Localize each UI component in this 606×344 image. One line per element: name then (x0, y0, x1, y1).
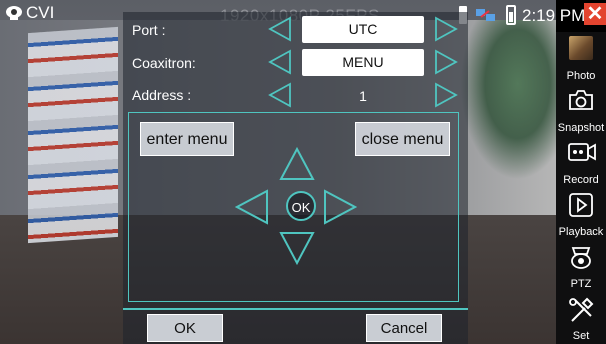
photo-label: Photo (566, 70, 596, 82)
address-label: Address : (132, 87, 192, 103)
address-prev-arrow-icon[interactable] (267, 82, 293, 108)
camera-icon (569, 90, 593, 110)
close-button[interactable]: ✕ (584, 3, 606, 25)
pan-right-arrow-icon[interactable] (323, 189, 357, 225)
ok-button[interactable]: OK (147, 314, 223, 342)
set-button[interactable]: Set (556, 292, 606, 344)
app-window: CVI 1920x1080P 25FPS 2:19 PM ✕ Port : UT… (0, 0, 606, 344)
snapshot-label: Snapshot (557, 122, 605, 134)
port-prev-arrow-icon[interactable] (267, 16, 293, 42)
ptz-control-panel: enter menu close menu OK (128, 112, 459, 302)
playback-label: Playback (558, 226, 604, 238)
playback-button[interactable]: Playback (556, 188, 606, 240)
play-icon (569, 193, 593, 217)
pan-up-arrow-icon[interactable] (279, 147, 315, 181)
record-button[interactable]: Record (556, 136, 606, 188)
enter-menu-button[interactable]: enter menu (140, 122, 234, 156)
network-icon (476, 9, 495, 21)
record-icon (568, 143, 596, 161)
set-label: Set (572, 330, 590, 342)
cancel-button[interactable]: Cancel (366, 314, 442, 342)
coaxitron-next-arrow-icon[interactable] (433, 49, 459, 75)
pan-left-arrow-icon[interactable] (235, 189, 269, 225)
port-value: UTC (302, 16, 424, 43)
port-label: Port : (132, 22, 166, 38)
clock: 2:19 PM (522, 6, 586, 25)
photo-icon (569, 36, 593, 60)
port-next-arrow-icon[interactable] (433, 16, 459, 42)
ptz-ok-button[interactable]: OK (286, 191, 316, 221)
address-next-arrow-icon[interactable] (433, 82, 459, 108)
record-label: Record (563, 174, 599, 186)
snapshot-button[interactable]: Snapshot (556, 84, 606, 136)
pan-down-arrow-icon[interactable] (279, 231, 315, 265)
right-toolbar: Photo Snapshot Record Playback PTZ Set (556, 32, 606, 344)
tools-icon (569, 297, 594, 322)
close-menu-button[interactable]: close menu (355, 122, 450, 156)
photo-button[interactable]: Photo (556, 32, 606, 84)
app-title: CVI (26, 3, 55, 22)
address-value: 1 (359, 88, 367, 104)
preview-magazine-rack (28, 26, 118, 244)
ptz-dialog: Port : UTC Coaxitron: MENU Address : 1 e… (123, 12, 468, 344)
ptz-icon (571, 247, 591, 269)
coaxitron-value: MENU (302, 49, 424, 76)
coaxitron-prev-arrow-icon[interactable] (267, 49, 293, 75)
ptz-button[interactable]: PTZ (556, 240, 606, 292)
coaxitron-label: Coaxitron: (132, 55, 196, 71)
battery-icon (506, 5, 516, 25)
ptz-label: PTZ (570, 278, 592, 290)
preview-plant (460, 20, 556, 180)
cctv-camera-icon (6, 6, 22, 20)
footer-divider (123, 308, 468, 310)
